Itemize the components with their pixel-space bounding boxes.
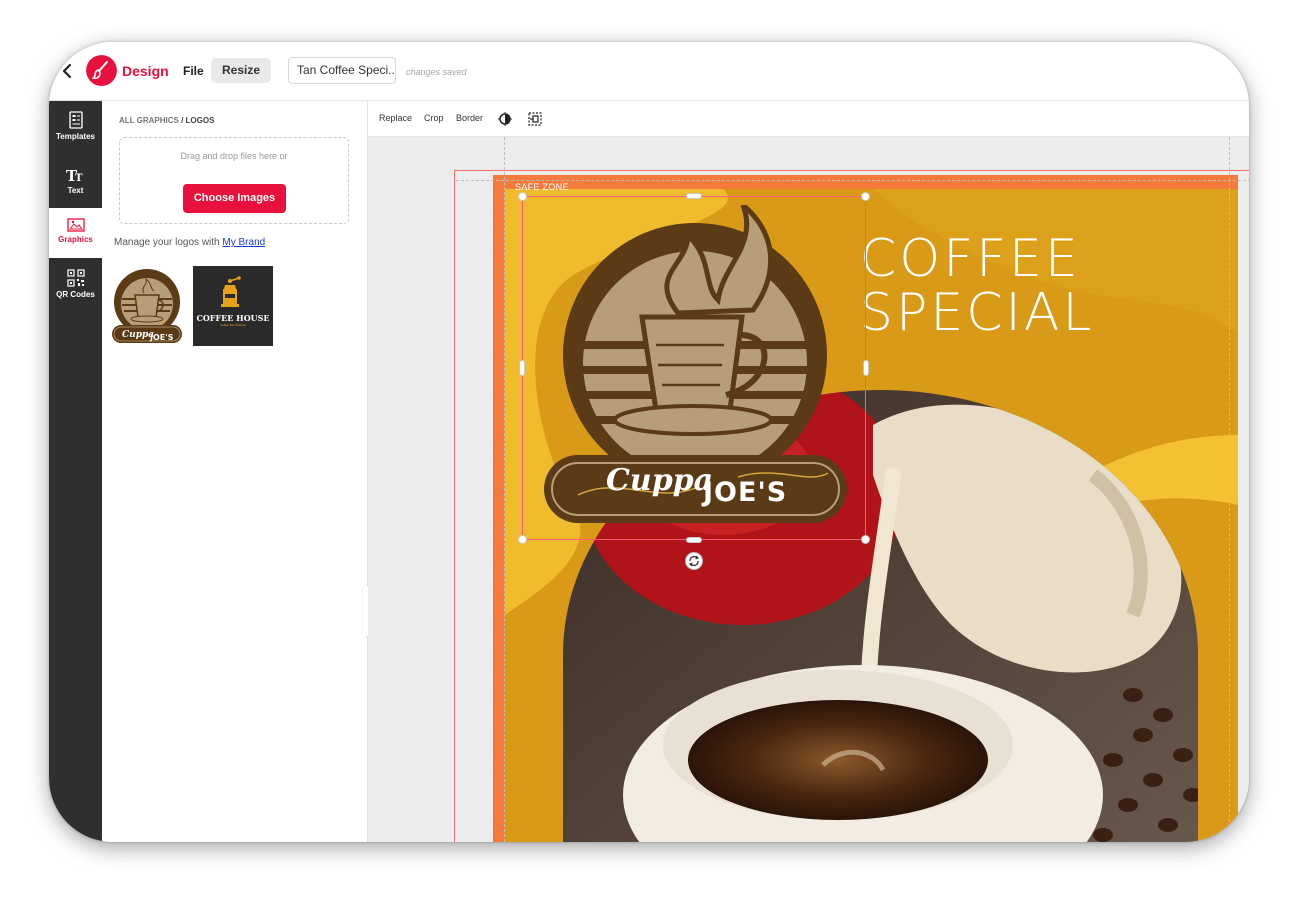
breadcrumb-logos: / LOGOS — [181, 116, 215, 125]
border-button[interactable]: Border — [456, 113, 483, 123]
resize-handle-right[interactable] — [863, 360, 869, 376]
app-window: Design File Resize Tan Coffee Speci... c… — [49, 42, 1249, 842]
file-dropzone[interactable]: Drag and drop files here or Choose Image… — [119, 137, 349, 224]
breadcrumb: ALL GRAPHICS / LOGOS — [119, 116, 214, 125]
sidebar-rail: Templates T T Text Graphics QR Codes — [49, 101, 102, 842]
text-icon: T T — [66, 167, 83, 183]
headline-line-1: COFFEE — [860, 229, 1081, 289]
dropzone-text: Drag and drop files here or — [180, 151, 288, 161]
sidebar-item-label: Text — [67, 186, 84, 195]
my-brand-link[interactable]: My Brand — [222, 237, 265, 248]
resize-handle-top-right[interactable] — [861, 192, 870, 201]
manage-logos-label: Manage your logos with — [114, 237, 220, 248]
sidebar-item-qr-codes[interactable]: QR Codes — [49, 269, 102, 299]
graphics-icon — [66, 218, 85, 232]
sidebar-item-label: Graphics — [58, 235, 93, 244]
resize-handle-top-left[interactable] — [518, 192, 527, 201]
resize-handle-bottom[interactable] — [686, 537, 702, 543]
manage-logos-text: Manage your logos with My Brand — [114, 237, 265, 248]
sidebar-item-templates[interactable]: Templates — [49, 111, 102, 141]
editor-canvas[interactable]: SAFE ZONE COFFEE SPECIAL Cuppa JOE'S — [368, 137, 1249, 842]
logo-thumbnail-coffee-house[interactable]: COFFEE HOUSE Coffee Tea Pastries — [193, 266, 273, 346]
resize-handle-bottom-left[interactable] — [518, 535, 527, 544]
resize-handle-top[interactable] — [686, 193, 702, 199]
image-toolbar: Replace Crop Border — [368, 101, 1249, 137]
top-header: Design File Resize Tan Coffee Speci... c… — [49, 42, 1249, 101]
guide-line-vertical — [504, 137, 505, 842]
templates-icon — [68, 111, 83, 129]
document-title-input[interactable]: Tan Coffee Speci... — [288, 57, 396, 84]
sidebar-item-text[interactable]: T T Text — [49, 167, 102, 195]
logo-thumbnail-text-a: COFFEE HOUSE — [196, 313, 270, 323]
guide-line-horizontal — [456, 180, 1249, 181]
qr-code-icon — [66, 269, 85, 287]
coffee-grinder-icon — [221, 276, 241, 307]
breadcrumb-all-graphics[interactable]: ALL GRAPHICS — [119, 116, 179, 125]
rotate-handle[interactable] — [685, 552, 703, 570]
position-icon[interactable] — [528, 112, 542, 126]
choose-images-button[interactable]: Choose Images — [183, 184, 286, 213]
sidebar-item-graphics[interactable]: Graphics — [49, 208, 102, 258]
guide-line-vertical — [1229, 137, 1230, 842]
crop-button[interactable]: Crop — [424, 113, 444, 123]
app-name: Design — [122, 63, 169, 79]
brush-logo-icon[interactable] — [86, 55, 117, 86]
rotate-icon — [688, 555, 700, 567]
adjust-contrast-icon[interactable] — [498, 112, 512, 126]
sidebar-item-label: Templates — [56, 132, 95, 141]
file-menu[interactable]: File — [183, 64, 204, 78]
graphics-panel: ALL GRAPHICS / LOGOS Drag and drop files… — [102, 101, 368, 842]
resize-handle-left[interactable] — [519, 360, 525, 376]
back-arrow-icon[interactable] — [59, 62, 75, 80]
svg-text:T: T — [75, 173, 83, 183]
logo-thumbnail-text-b: Coffee Tea Pastries — [219, 323, 247, 327]
headline-line-2: SPECIAL — [860, 283, 1095, 343]
save-status: changes saved — [406, 67, 467, 77]
replace-button[interactable]: Replace — [379, 113, 412, 123]
resize-handle-bottom-right[interactable] — [861, 535, 870, 544]
headline-text[interactable]: COFFEE SPECIAL — [860, 232, 1094, 340]
resize-button[interactable]: Resize — [211, 58, 272, 83]
selection-box[interactable] — [522, 196, 866, 540]
safe-zone-label: SAFE ZONE — [515, 182, 569, 192]
sidebar-item-label: QR Codes — [56, 290, 95, 299]
logo-thumbnail-cuppa-joes[interactable]: Cuppa JOE'S — [110, 267, 184, 346]
logo-thumbnail-text-b: JOE'S — [149, 333, 174, 342]
